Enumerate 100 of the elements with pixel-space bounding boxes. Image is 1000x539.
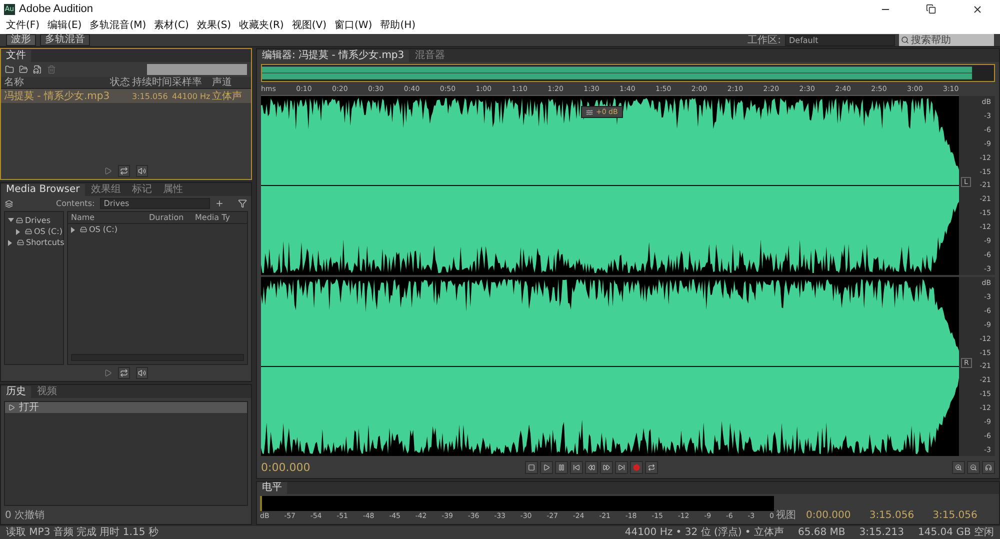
menu-item[interactable]: 效果(S) [192, 19, 236, 33]
editor-tab[interactable]: 编辑器: 冯提莫 - 情系少女.mp3 [257, 50, 410, 62]
mode-button[interactable]: 波形 [6, 34, 36, 46]
panel-tab[interactable]: Media Browser [1, 184, 85, 196]
play-icon [8, 404, 15, 411]
headphones-icon [985, 464, 992, 470]
speaker-icon [138, 369, 146, 377]
drive-icon [17, 239, 24, 246]
zoom-out-icon [970, 464, 977, 470]
loop-button[interactable] [645, 460, 658, 474]
column-header[interactable]: Media Ty [195, 212, 244, 223]
mode-button[interactable]: 多轨混音 [40, 34, 90, 46]
panel-tab[interactable]: 历史 [1, 386, 31, 398]
menu-item[interactable]: 收藏夹(R) [235, 19, 288, 33]
speaker-icon [138, 167, 146, 175]
file-icon [33, 65, 42, 74]
contents-label: Contents: [56, 198, 95, 209]
filter-icon [238, 199, 247, 208]
stop-button[interactable] [525, 460, 538, 474]
pause-icon [558, 464, 565, 470]
headphones-button[interactable] [982, 460, 995, 474]
status-info: 3:15.213 [859, 527, 904, 538]
workspace-dropdown[interactable]: Default [785, 34, 895, 46]
menu-item[interactable]: 文件(F) [2, 19, 44, 33]
loop-icon [648, 464, 655, 470]
column-header[interactable]: Name [71, 212, 149, 223]
menu-item[interactable]: 编辑(E) [44, 19, 86, 33]
row-label: 视图 [776, 509, 797, 522]
play-icon [104, 369, 112, 377]
layers-icon [5, 200, 13, 208]
time-display: 0:00.000 [261, 460, 312, 474]
panel-tab[interactable]: 电平 [257, 482, 287, 494]
volume-button[interactable] [136, 165, 148, 177]
help-search-field[interactable]: 搜索帮助 [899, 34, 994, 46]
loop-button[interactable] [118, 367, 130, 379]
column-header[interactable]: 声道 [212, 77, 244, 88]
sample-rate-cell-text: 44100 Hz [172, 90, 212, 102]
tree-item[interactable]: Drives [5, 214, 50, 226]
rewind-button[interactable] [585, 460, 598, 474]
file-name: 冯提莫 - 情系少女.mp3 [4, 90, 110, 102]
drive-icon [25, 228, 32, 235]
zoom-in-button[interactable] [952, 460, 965, 474]
add-icon [214, 199, 224, 208]
zoom-in-icon [955, 464, 962, 470]
restore-icon [926, 4, 936, 14]
contents-dropdown[interactable]: Drives [100, 198, 210, 209]
rewind-icon [588, 464, 595, 470]
column-header[interactable]: 持续时间 [132, 77, 172, 88]
pause-button[interactable] [555, 460, 568, 474]
skip-back-icon [573, 464, 580, 470]
fast-forward-button[interactable] [600, 460, 613, 474]
status-info: 44100 Hz • 32 位 (浮点) • 立体声 [624, 527, 784, 538]
drive-icon [16, 216, 23, 224]
play-icon [104, 167, 112, 175]
open-folder-icon [19, 65, 28, 74]
menu-item[interactable]: 视图(V) [288, 19, 330, 33]
play-button[interactable] [540, 460, 553, 474]
record-icon [633, 464, 640, 470]
menu-item[interactable]: 窗口(W) [330, 19, 376, 33]
end-time[interactable]: 3:15.056 [869, 509, 933, 522]
zoom-out-button[interactable] [967, 460, 980, 474]
channels-cell-text: 立体声 [212, 90, 243, 102]
close-icon [972, 4, 982, 14]
duration-time[interactable]: 3:15.056 [932, 509, 996, 522]
skip-forward-icon [618, 464, 625, 470]
search-icon [901, 36, 909, 44]
status-info: 65.68 MB [798, 527, 846, 538]
menu-item[interactable]: 素材(C) [150, 19, 193, 33]
loop-icon [120, 369, 128, 377]
menu-item[interactable]: 帮助(H) [376, 19, 420, 33]
trash-icon [47, 65, 56, 74]
drive-item[interactable]: OS (C:) [68, 224, 247, 235]
start-time[interactable]: 0:00.000 [806, 509, 870, 522]
loop-icon [120, 167, 128, 175]
status-info: 145.04 GB 空闲 [918, 527, 994, 538]
column-header[interactable]: 名称 [4, 77, 110, 88]
tree-item[interactable]: Shortcuts [5, 237, 64, 248]
window-title: Adobe Audition [19, 3, 94, 15]
search-field[interactable] [147, 64, 247, 75]
stop-icon [528, 464, 535, 470]
workspace-label: 工作区: [748, 34, 781, 46]
skip-back-button[interactable] [570, 460, 583, 474]
drive-icon [80, 226, 87, 233]
undo-count: 0 次撤销 [4, 508, 46, 523]
fast-forward-icon [603, 464, 610, 470]
menu-item[interactable]: 多轨混音(M) [86, 19, 150, 33]
tree-item[interactable]: OS (C:) [5, 226, 62, 237]
loop-button[interactable] [118, 165, 130, 177]
status-message: 读取 MP3 音频 完成 用时 1.15 秒 [6, 527, 158, 538]
skip-forward-button[interactable] [615, 460, 628, 474]
wave-icon [586, 108, 593, 116]
column-header[interactable]: 状态 [110, 77, 132, 88]
folder-icon [5, 65, 14, 74]
play-icon [543, 464, 550, 470]
volume-button[interactable] [136, 367, 148, 379]
file-row[interactable]: 冯提莫 - 情系少女.mp3 3:15.056 44100 Hz 立体声 [1, 89, 251, 103]
duration-cell-text: 3:15.056 [132, 90, 169, 102]
history-item[interactable]: 打开 [5, 402, 247, 413]
column-header[interactable]: Duration [149, 212, 195, 223]
panel-tab[interactable]: 文件 [1, 50, 31, 62]
